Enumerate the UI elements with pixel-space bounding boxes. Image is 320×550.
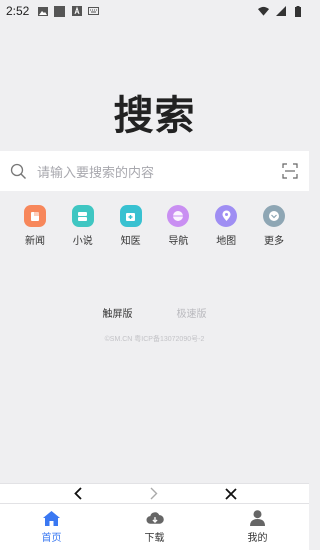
square-icon — [54, 5, 66, 17]
bottom-tab-bar: 首页 下载 我的 — [0, 504, 309, 550]
signal-icon — [275, 6, 286, 17]
search-bar[interactable]: 请输入要搜索的内容 — [0, 151, 309, 191]
mode-switch: 触屏版 极速版 — [0, 305, 309, 320]
quick-link-news[interactable]: 新闻 — [14, 205, 56, 247]
novel-icon — [71, 205, 94, 227]
tab-label: 下载 — [144, 533, 165, 544]
wifi-icon — [258, 6, 269, 17]
keyboard-icon — [88, 6, 100, 17]
search-icon — [10, 163, 27, 180]
icp-footer: ©SM.CN 粤ICP备13072090号-2 — [104, 336, 205, 343]
quick-link-navigation[interactable]: 导航 — [157, 205, 199, 247]
scan-icon[interactable] — [281, 162, 299, 180]
chevron-left-icon[interactable] — [71, 487, 85, 501]
cloud-download-icon — [145, 510, 164, 526]
tab-mine[interactable]: 我的 — [228, 510, 288, 544]
navigation-icon — [167, 205, 190, 227]
quick-link-label: 更多 — [263, 236, 284, 247]
close-icon[interactable] — [224, 487, 238, 501]
search-input[interactable]: 请输入要搜索的内容 — [37, 162, 154, 181]
quick-link-label: 地图 — [216, 236, 237, 247]
search-logo: 搜索 — [113, 93, 196, 139]
quick-links: 新闻 小说 知医 导航 地图 更多 — [14, 205, 295, 247]
quick-link-more[interactable]: 更多 — [253, 205, 295, 247]
battery-icon — [292, 5, 303, 17]
quick-link-label: 新闻 — [25, 236, 45, 247]
quick-link-map[interactable]: 地图 — [205, 205, 247, 247]
quick-link-label: 导航 — [168, 236, 189, 247]
quick-link-novel[interactable]: 小说 — [62, 205, 104, 247]
status-icons-left — [37, 5, 100, 17]
tab-home[interactable]: 首页 — [22, 510, 82, 544]
quick-link-medical[interactable]: 知医 — [110, 205, 152, 247]
browser-nav-bar — [0, 483, 309, 504]
home-icon — [43, 510, 61, 526]
chevron-right-icon[interactable] — [147, 487, 161, 501]
a-icon — [71, 6, 82, 17]
news-icon — [24, 205, 46, 227]
status-time: 2:52 — [6, 4, 30, 18]
map-icon — [215, 205, 238, 227]
status-bar: 2:52 — [0, 0, 309, 22]
tab-label: 首页 — [41, 533, 62, 544]
user-icon — [249, 510, 267, 526]
status-icons-right — [258, 5, 303, 17]
quick-link-label: 小说 — [72, 236, 93, 247]
fast-version-link[interactable]: 极速版 — [177, 305, 207, 320]
quick-link-label: 知医 — [120, 236, 141, 247]
tab-download[interactable]: 下载 — [125, 510, 185, 544]
medical-icon — [119, 205, 142, 227]
image-icon — [37, 6, 48, 17]
tab-label: 我的 — [247, 533, 268, 544]
touch-version-link[interactable]: 触屏版 — [103, 305, 133, 320]
more-icon — [262, 205, 285, 227]
